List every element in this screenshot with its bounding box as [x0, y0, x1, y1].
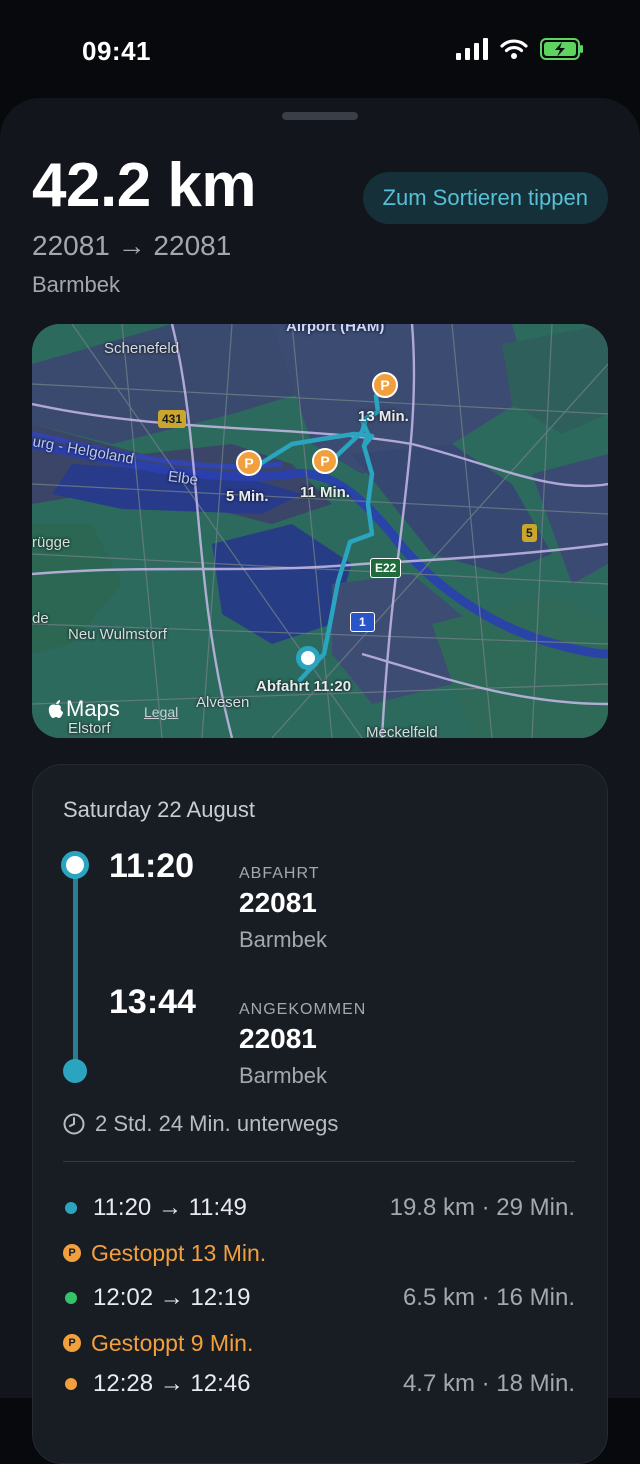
segment-meta: 6.5 km · 16 Min. — [402, 1284, 575, 1311]
departure-time: 11:20 — [109, 847, 195, 885]
segment-row[interactable]: 11:20 → 11:49 19.8 km · 29 Min. — [63, 1191, 575, 1225]
road-shield-e22: E22 — [370, 558, 402, 578]
segment-dot — [65, 1292, 77, 1304]
trip-route-codes: 22081 → 22081 — [32, 230, 232, 261]
segment-dot — [65, 1378, 77, 1390]
sheet-grabber[interactable] — [282, 112, 358, 120]
trip-detail-card: Saturday 22 August 11:20 ABFAHRT 22081 B… — [32, 764, 608, 1464]
map-label-schenefeld: Schenefeld — [104, 340, 180, 357]
stop-row[interactable]: P Gestoppt 9 Min. — [63, 1326, 253, 1360]
segment-time: 12:02 → 12:19 — [93, 1284, 251, 1311]
trip-distance: 42.2 km — [32, 151, 257, 220]
map-label-stop-13: 13 Min. — [358, 408, 409, 425]
map-label-rugge: rügge — [32, 534, 71, 551]
parking-stop-pin[interactable]: P — [372, 372, 398, 398]
timeline-line — [73, 873, 78, 1069]
stop-row[interactable]: P Gestoppt 13 Min. — [63, 1236, 266, 1270]
segment-time: 12:28 → 12:46 — [93, 1370, 251, 1397]
segment-row[interactable]: 12:28 → 12:46 4.7 km · 18 Min. — [63, 1367, 575, 1401]
segment-meta: 4.7 km · 18 Min. — [402, 1370, 575, 1397]
divider — [63, 1161, 575, 1162]
legal-link[interactable]: Legal — [144, 704, 178, 720]
clock-icon — [63, 1113, 85, 1135]
arrival-kind: ANGEKOMMEN — [239, 1001, 367, 1018]
departure-code: 22081 — [239, 887, 317, 918]
map-label-stop-5: 5 Min. — [226, 488, 269, 505]
status-time: 09:41 — [82, 36, 151, 66]
trip-duration-text: 2 Std. 24 Min. unterwegs — [95, 1111, 339, 1136]
trip-area: Barmbek — [32, 272, 121, 297]
wifi-icon — [500, 39, 528, 59]
sort-button[interactable]: Zum Sortieren tippen — [362, 172, 608, 224]
departure-area: Barmbek — [239, 927, 328, 952]
timeline-end-dot — [63, 1059, 87, 1083]
stop-label: Gestoppt 13 Min. — [91, 1239, 267, 1266]
segment-row[interactable]: 12:02 → 12:19 6.5 km · 16 Min. — [63, 1281, 575, 1315]
status-bar: 09:41 — [0, 0, 640, 100]
segment-dot — [65, 1202, 77, 1214]
timeline-start-dot — [61, 851, 89, 879]
map-label-neu-wulmstorf: Neu Wulmstorf — [68, 626, 167, 643]
parking-stop-pin[interactable]: P — [236, 450, 262, 476]
apple-maps-logo: Maps — [48, 696, 120, 722]
battery-charging-icon — [540, 38, 583, 60]
map-label-elstorf: Elstorf — [68, 720, 111, 737]
arrival-time: 13:44 — [109, 983, 196, 1021]
segment-meta: 19.8 km · 29 Min. — [389, 1194, 575, 1221]
trip-sheet: 42.2 km 22081 → 22081 Barmbek Zum Sortie… — [0, 98, 640, 1464]
segment-time: 11:20 → 11:49 — [93, 1194, 247, 1221]
maps-brand-text: Maps — [66, 696, 120, 721]
road-shield-431: 431 — [158, 410, 187, 428]
trip-duration: 2 Std. 24 Min. unterwegs — [63, 1111, 338, 1137]
parking-icon: P — [63, 1244, 81, 1262]
map-label-meckelfeld: Meckelfeld — [366, 724, 438, 738]
map-label-airport: Airport (HAM) — [286, 324, 385, 335]
trip-date: Saturday 22 August — [63, 797, 256, 822]
map-label-de: de — [32, 610, 49, 627]
parking-icon: P — [63, 1334, 81, 1352]
arrival-area: Barmbek — [239, 1063, 328, 1088]
map-label-departure: Abfahrt 11:20 — [256, 678, 352, 695]
map-label-stop-11: 11 Min. — [300, 484, 351, 501]
road-shield-5: 5 — [522, 524, 537, 542]
stop-label: Gestoppt 9 Min. — [91, 1329, 254, 1356]
cellular-signal-icon — [456, 38, 488, 60]
departure-pin[interactable] — [296, 646, 320, 670]
map-label-alvesen: Alvesen — [196, 694, 250, 711]
apple-logo-icon — [48, 700, 63, 718]
arrival-code: 22081 — [239, 1023, 317, 1054]
road-shield-1: 1 — [350, 612, 375, 632]
parking-stop-pin[interactable]: P — [312, 448, 338, 474]
departure-kind: ABFAHRT — [239, 865, 320, 882]
route-map[interactable]: Airport (HAM) Schenefeld urg - Helgoland… — [32, 324, 608, 738]
